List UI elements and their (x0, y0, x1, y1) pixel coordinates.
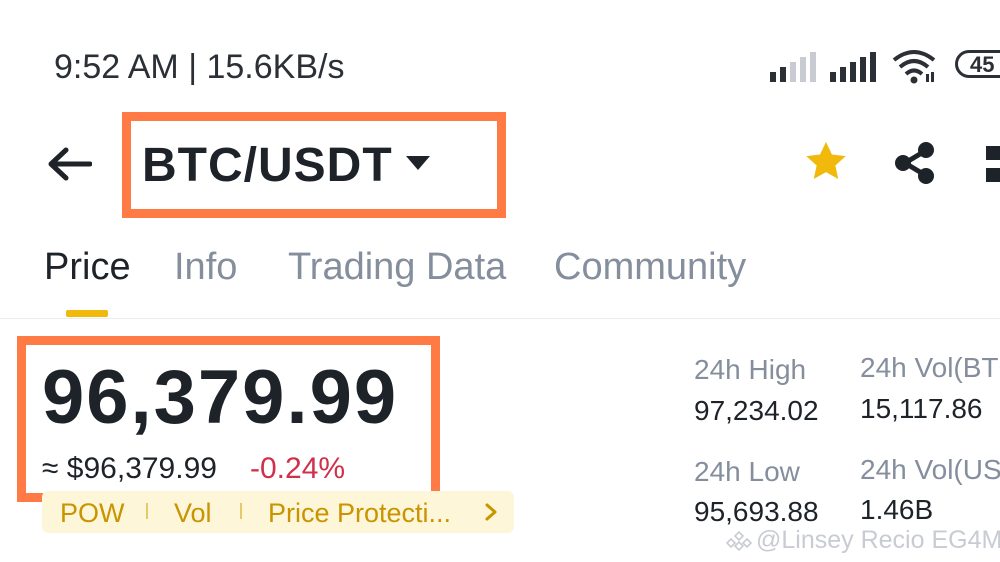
tag-pow[interactable]: POW (60, 498, 125, 529)
caret-down-icon[interactable] (404, 154, 432, 172)
watermark-text: @Linsey Recio EG4M (756, 526, 1000, 554)
star-icon[interactable] (803, 140, 849, 184)
tag-separator (240, 503, 242, 519)
stat-24h-vol-btc-value: 15,117.86 (860, 393, 983, 424)
wifi-icon (892, 50, 936, 84)
stat-24h-low-label: 24h Low (694, 456, 800, 487)
tag-vol[interactable]: Vol (174, 498, 212, 529)
battery-level: 45 (970, 52, 995, 77)
price-change-percent: -0.24% (250, 452, 346, 485)
cell-signal-icon (830, 52, 876, 82)
back-arrow-icon[interactable] (46, 146, 92, 182)
active-tab-indicator (66, 310, 108, 317)
tab-trading-data[interactable]: Trading Data (288, 246, 506, 289)
battery-icon: 45 (955, 50, 1000, 78)
stat-24h-vol-usdt-label: 24h Vol(USI (860, 454, 1000, 485)
fiat-price: ≈ $96,379.99 (42, 452, 217, 485)
stat-24h-vol-usdt-value: 1.46B (860, 494, 934, 525)
cell-signal-icon (770, 52, 816, 82)
stat-24h-low-value: 95,693.88 (694, 496, 819, 527)
pair-selector[interactable]: BTC/USDT (142, 138, 393, 193)
tabs-divider (0, 318, 1000, 319)
tag-separator (146, 503, 148, 519)
more-icon[interactable] (986, 146, 1000, 182)
last-price: 96,379.99 (42, 355, 399, 440)
chevron-right-icon[interactable] (484, 503, 498, 521)
status-bar-time: 9:52 AM | 15.6KB/s (54, 48, 345, 86)
share-icon[interactable] (893, 141, 937, 185)
stat-24h-high-label: 24h High (694, 354, 807, 385)
stat-24h-high-value: 97,234.02 (694, 395, 819, 426)
watermark-logo-icon (725, 531, 753, 552)
tab-info[interactable]: Info (174, 246, 237, 289)
tab-community[interactable]: Community (554, 246, 746, 289)
tag-price-protection[interactable]: Price Protecti... (268, 498, 451, 529)
tab-price[interactable]: Price (44, 246, 131, 289)
stat-24h-vol-btc-label: 24h Vol(BTC (860, 352, 1000, 383)
watermark: @Linsey Recio EG4M (725, 526, 1000, 555)
